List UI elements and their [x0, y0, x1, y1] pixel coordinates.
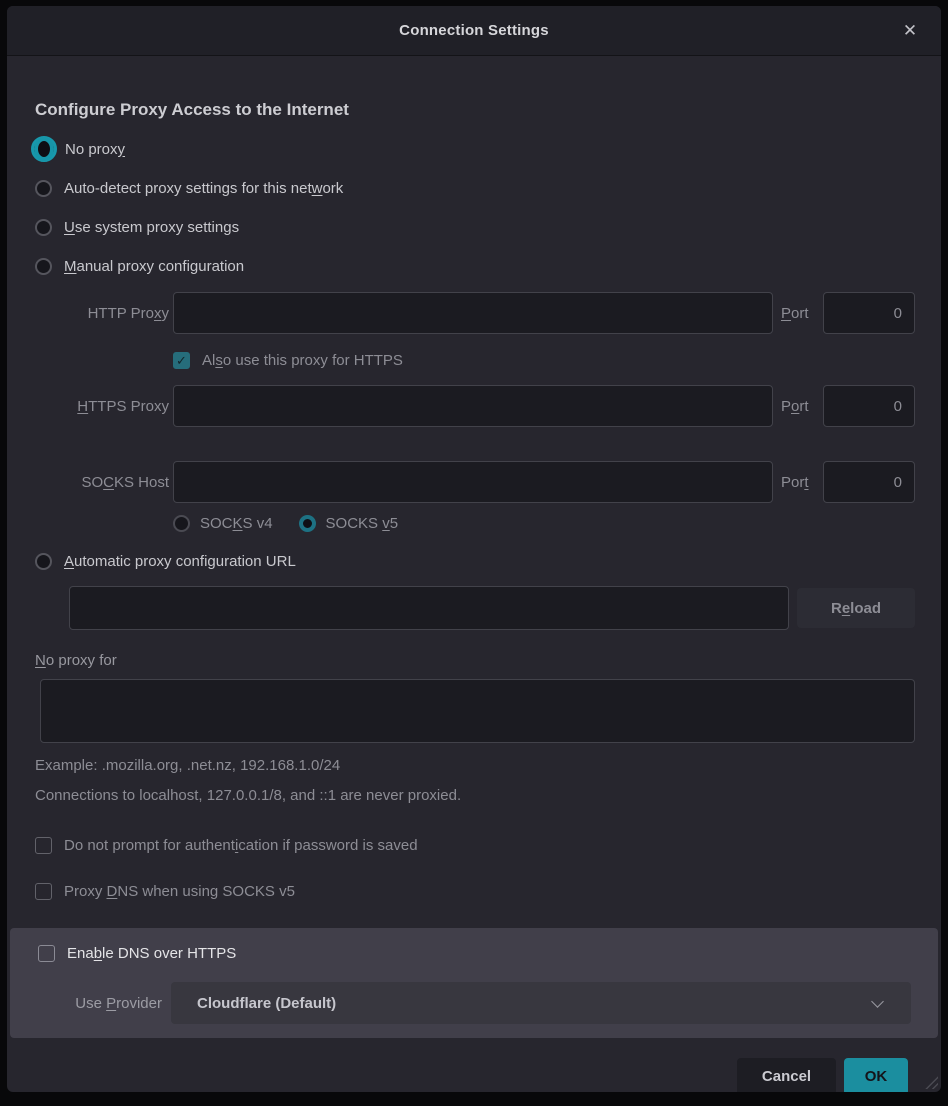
http-port-label: Port [781, 305, 819, 322]
https-port-label: Port [781, 398, 819, 415]
provider-dropdown-value: Cloudflare (Default) [197, 995, 336, 1012]
socks-host-input[interactable] [173, 461, 773, 503]
no-proxy-example-text: Example: .mozilla.org, .net.nz, 192.168.… [35, 757, 915, 774]
checkbox-icon [35, 883, 52, 900]
checkbox-icon [35, 837, 52, 854]
localhost-note-text: Connections to localhost, 127.0.0.1/8, a… [35, 787, 915, 804]
radio-icon [299, 515, 316, 532]
socks-version-radios: SOCKS v4 SOCKS v5 [173, 515, 915, 532]
socks-host-label: SOCKS Host [35, 474, 169, 491]
socks-port-label: Port [781, 474, 819, 491]
radio-icon [35, 553, 52, 570]
no-proxy-for-label: No proxy for [35, 652, 915, 669]
radio-system-proxy[interactable]: Use system proxy settings [35, 214, 915, 240]
also-https-checkbox-row[interactable]: ✓ Also use this proxy for HTTPS [173, 347, 915, 373]
radio-icon [31, 136, 57, 162]
checkbox-icon [38, 945, 55, 962]
dialog-content: Configure Proxy Access to the Internet N… [7, 100, 941, 904]
https-proxy-row: HTTPS Proxy Port [35, 385, 915, 427]
radio-autoconfig-url[interactable]: Automatic proxy configuration URL [35, 548, 915, 574]
checkbox-icon: ✓ [173, 352, 190, 369]
provider-dropdown[interactable]: Cloudflare (Default) [171, 982, 911, 1024]
also-https-label: Also use this proxy for HTTPS [202, 352, 403, 369]
radio-icon [35, 258, 52, 275]
close-icon[interactable]: ✕ [897, 18, 923, 44]
no-prompt-auth-checkbox-row[interactable]: Do not prompt for authentication if pass… [35, 832, 915, 858]
enable-doh-label: Enable DNS over HTTPS [67, 945, 236, 962]
http-port-input[interactable] [823, 292, 915, 334]
radio-system-proxy-label: Use system proxy settings [64, 219, 239, 236]
https-proxy-input[interactable] [173, 385, 773, 427]
radio-socks-v5-label: SOCKS v5 [326, 515, 399, 532]
reload-button[interactable]: Reload [797, 588, 915, 628]
proxy-dns-checkbox-row[interactable]: Proxy DNS when using SOCKS v5 [35, 878, 915, 904]
cancel-button[interactable]: Cancel [737, 1058, 836, 1092]
provider-row: Use Provider Cloudflare (Default) [28, 982, 911, 1024]
ok-button[interactable]: OK [844, 1058, 908, 1092]
radio-icon [173, 515, 190, 532]
radio-socks-v4-label: SOCKS v4 [200, 515, 273, 532]
dialog-title: Connection Settings [399, 22, 549, 39]
autoconfig-url-input[interactable] [69, 586, 789, 630]
https-port-input[interactable] [823, 385, 915, 427]
no-proxy-for-textarea[interactable] [40, 679, 915, 743]
connection-settings-dialog: Connection Settings ✕ Configure Proxy Ac… [7, 6, 941, 1092]
socks-host-row: SOCKS Host Port [35, 461, 915, 503]
use-provider-label: Use Provider [28, 995, 162, 1012]
radio-no-proxy[interactable]: No proxy [35, 136, 915, 162]
enable-doh-checkbox-row[interactable]: Enable DNS over HTTPS [38, 940, 911, 966]
proxy-dns-label: Proxy DNS when using SOCKS v5 [64, 883, 295, 900]
https-proxy-label: HTTPS Proxy [35, 398, 169, 415]
dialog-footer: Cancel OK [7, 1048, 941, 1092]
http-proxy-input[interactable] [173, 292, 773, 334]
socks-port-input[interactable] [823, 461, 915, 503]
radio-auto-detect-label: Auto-detect proxy settings for this netw… [64, 180, 343, 197]
radio-icon [35, 180, 52, 197]
page-title: Configure Proxy Access to the Internet [35, 100, 915, 120]
radio-manual-proxy[interactable]: Manual proxy configuration [35, 253, 915, 279]
radio-auto-detect[interactable]: Auto-detect proxy settings for this netw… [35, 175, 915, 201]
radio-no-proxy-label: No proxy [65, 141, 125, 158]
radio-icon [35, 219, 52, 236]
radio-autoconfig-label: Automatic proxy configuration URL [64, 553, 296, 570]
autoconfig-url-row: Reload [69, 586, 915, 630]
http-proxy-row: HTTP Proxy Port [35, 292, 915, 334]
dns-over-https-section: Enable DNS over HTTPS Use Provider Cloud… [10, 928, 938, 1038]
titlebar: Connection Settings ✕ [7, 6, 941, 56]
radio-socks-v4[interactable]: SOCKS v4 [173, 515, 273, 532]
no-prompt-auth-label: Do not prompt for authentication if pass… [64, 837, 418, 854]
http-proxy-label: HTTP Proxy [35, 305, 169, 322]
radio-manual-proxy-label: Manual proxy configuration [64, 258, 244, 275]
chevron-down-icon [873, 997, 883, 1007]
proxy-mode-list: No proxy Auto-detect proxy settings for … [35, 136, 915, 279]
radio-socks-v5[interactable]: SOCKS v5 [299, 515, 399, 532]
